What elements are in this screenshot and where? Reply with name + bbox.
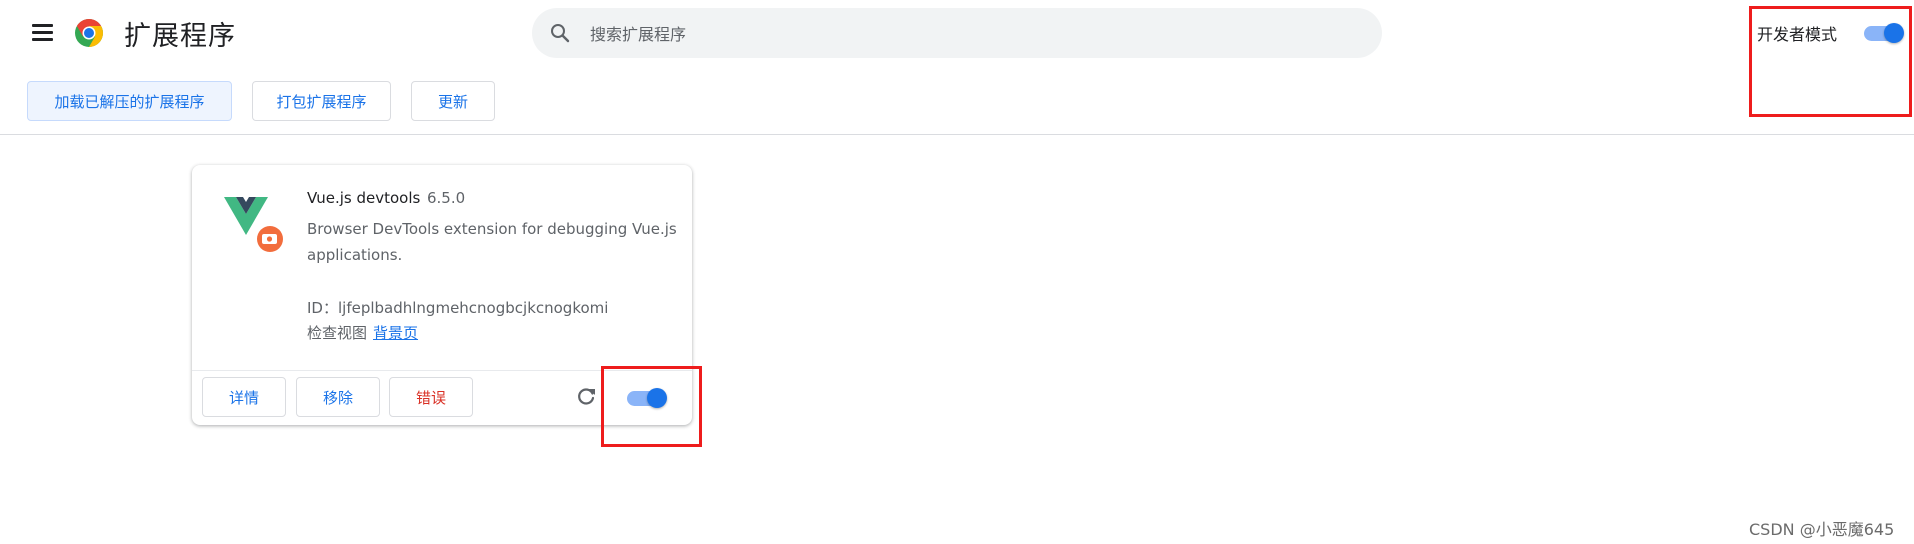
extension-name: Vue.js devtools [307,189,421,207]
remove-button[interactable]: 移除 [296,377,380,417]
extension-id-row: ID：ljfeplbadhlngmehcnogbcjkcnogkomi [307,297,608,318]
vue-devtools-icon [222,193,288,259]
search-input[interactable] [588,8,1352,60]
search-icon[interactable] [548,21,572,45]
search-bar[interactable] [532,8,1382,60]
inspect-views-label: 检查视图 [307,324,368,342]
toolbar-divider [0,134,1914,135]
load-unpacked-button[interactable]: 加载已解压的扩展程序 [27,81,232,121]
menu-icon[interactable] [30,20,56,46]
extension-version: 6.5.0 [427,189,466,207]
reload-icon[interactable] [574,385,598,409]
watermark: CSDN @小恶魔645 [1749,520,1895,539]
highlight-box [601,366,702,447]
extension-description: Browser DevTools extension for debugging… [307,220,677,264]
background-page-link[interactable]: 背景页 [373,324,418,342]
chrome-logo-icon [74,18,104,48]
extension-id: ljfeplbadhlngmehcnogbcjkcnogkomi [337,299,609,317]
pack-extension-button[interactable]: 打包扩展程序 [252,81,391,121]
inspect-views-row: 检查视图 背景页 [307,322,418,343]
errors-button[interactable]: 错误 [389,377,473,417]
update-button[interactable]: 更新 [411,81,495,121]
details-button[interactable]: 详情 [202,377,286,417]
extension-id-label: ID： [307,299,338,317]
page-title: 扩展程序 [124,21,236,52]
highlight-box [1749,6,1912,117]
